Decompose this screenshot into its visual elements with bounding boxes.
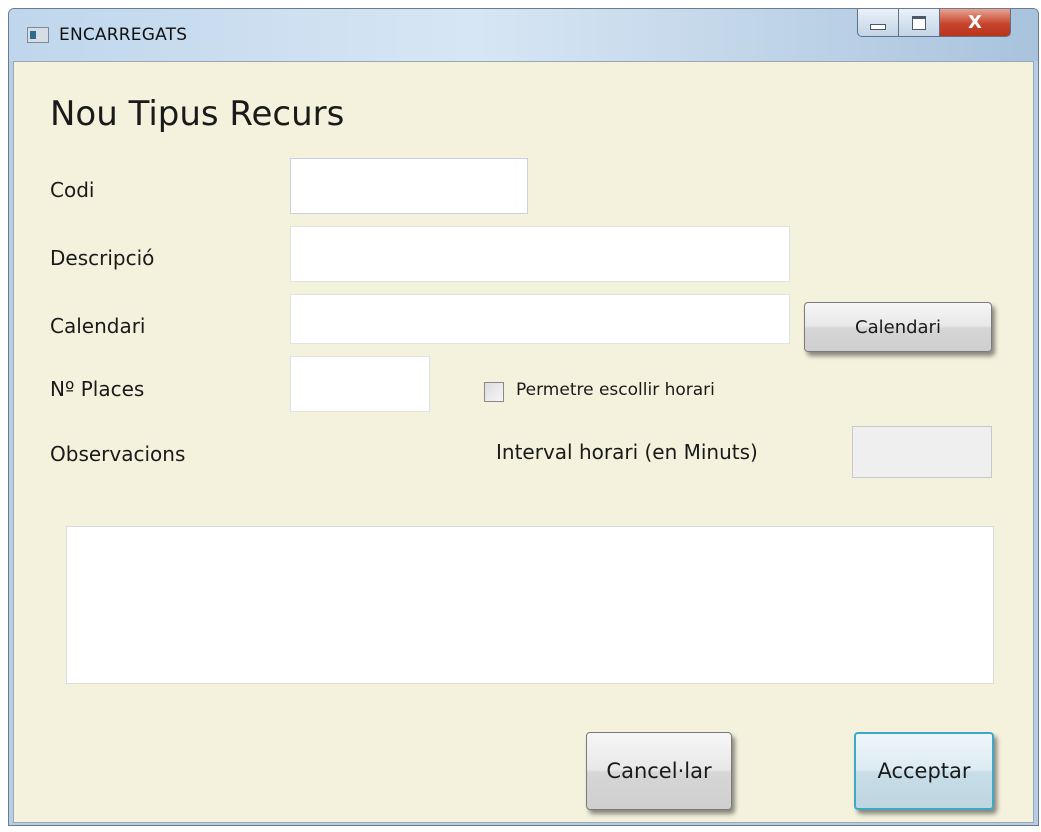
descripcio-label: Descripció [50, 246, 155, 270]
observacions-textarea[interactable] [66, 526, 994, 684]
observacions-label: Observacions [50, 442, 186, 466]
window-title: ENCARREGATS [59, 25, 188, 45]
close-button[interactable]: X [939, 9, 1011, 37]
calendari-input[interactable] [290, 294, 790, 344]
accept-button[interactable]: Acceptar [854, 732, 994, 810]
places-input[interactable] [290, 356, 430, 412]
permetre-horari-checkbox[interactable] [484, 382, 504, 402]
interval-input[interactable] [852, 426, 992, 478]
calendari-label: Calendari [50, 314, 146, 338]
cancel-button[interactable]: Cancel·lar [586, 732, 732, 810]
codi-input[interactable] [290, 158, 528, 214]
title-bar[interactable]: ENCARREGATS X [9, 9, 1038, 61]
descripcio-input[interactable] [290, 226, 790, 282]
dialog-window: ENCARREGATS X Nou Tipus Recurs Codi Desc… [8, 8, 1039, 826]
permetre-horari-label[interactable]: Permetre escollir horari [516, 380, 715, 400]
interval-label: Interval horari (en Minuts) [496, 440, 758, 464]
app-window-icon [27, 27, 49, 43]
form-title: Nou Tipus Recurs [50, 94, 345, 134]
maximize-icon [912, 15, 926, 30]
maximize-button[interactable] [898, 9, 940, 37]
codi-label: Codi [50, 178, 95, 202]
calendari-button[interactable]: Calendari [804, 302, 992, 352]
minimize-button[interactable] [857, 9, 899, 37]
minimize-icon [870, 23, 886, 30]
close-icon: X [968, 12, 982, 33]
form-panel: Nou Tipus Recurs Codi Descripció Calenda… [13, 61, 1034, 823]
places-label: Nº Places [50, 377, 145, 401]
